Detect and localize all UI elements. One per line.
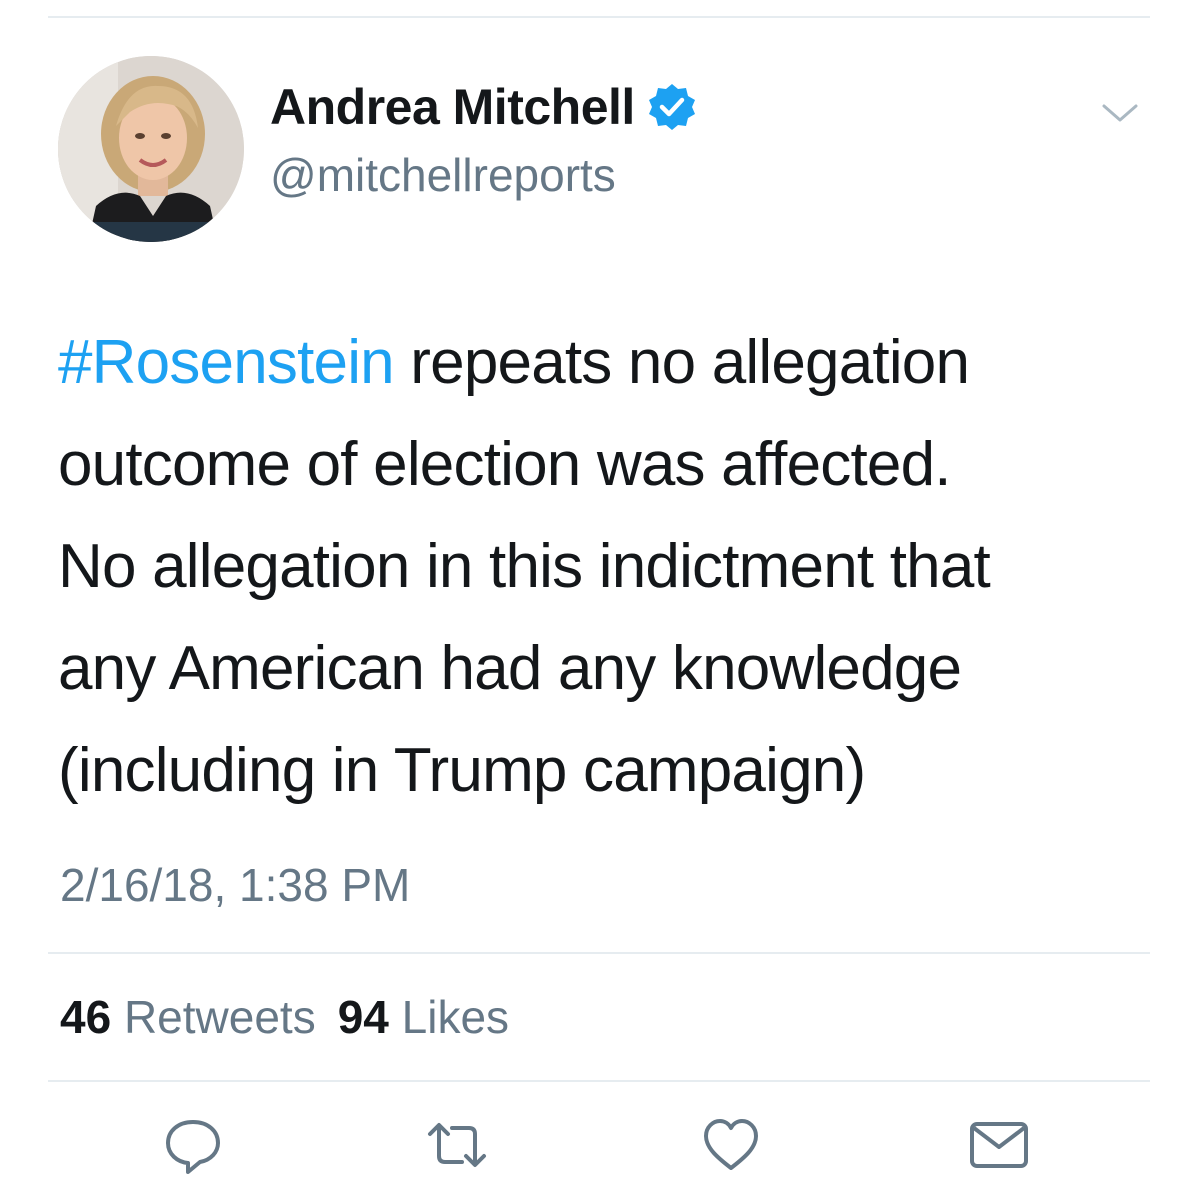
like-button[interactable] (698, 1112, 764, 1178)
top-divider (48, 16, 1150, 18)
likes-stat[interactable]: 94 Likes (338, 991, 509, 1043)
author-display-name[interactable]: Andrea Mitchell (270, 78, 697, 136)
direct-message-button[interactable] (966, 1112, 1032, 1178)
reply-icon (166, 1120, 220, 1174)
tweet-timestamp[interactable]: 2/16/18, 1:38 PM (60, 858, 410, 912)
actions-divider (48, 1080, 1150, 1082)
envelope-icon (970, 1122, 1028, 1168)
likes-count: 94 (337, 991, 389, 1043)
tweet-text-line: any American had any knowledge (58, 634, 962, 703)
likes-label: Likes (401, 991, 510, 1043)
author-name-text: Andrea Mitchell (270, 79, 635, 135)
verified-badge-icon (647, 82, 697, 132)
tweet-text: #Rosenstein repeats no allegation outcom… (58, 312, 1168, 822)
reply-button[interactable] (160, 1112, 226, 1178)
heart-icon (704, 1119, 758, 1170)
avatar[interactable] (58, 56, 244, 242)
hashtag-link[interactable]: #Rosenstein (58, 328, 395, 397)
retweets-stat[interactable]: 46 Retweets (60, 991, 316, 1043)
tweet-text-line: (including in Trump campaign) (58, 736, 866, 805)
retweet-button[interactable] (424, 1112, 490, 1178)
chevron-down-icon[interactable] (1098, 98, 1142, 128)
retweets-count: 46 (60, 991, 112, 1043)
retweets-label: Retweets (123, 991, 316, 1043)
tweet-text-segment: repeats no allegation (393, 328, 970, 397)
retweet-icon (428, 1123, 486, 1167)
stats-divider (48, 952, 1150, 954)
tweet-text-line: No allegation in this indictment that (58, 532, 991, 601)
avatar-photo (58, 56, 244, 242)
author-handle[interactable]: @mitchellreports (270, 148, 616, 202)
tweet-text-line: #Rosenstein repeats no allegation (58, 312, 1168, 414)
tweet-stats: 46 Retweets 94 Likes (60, 990, 509, 1044)
tweet-text-line: outcome of election was affected. (58, 430, 951, 499)
